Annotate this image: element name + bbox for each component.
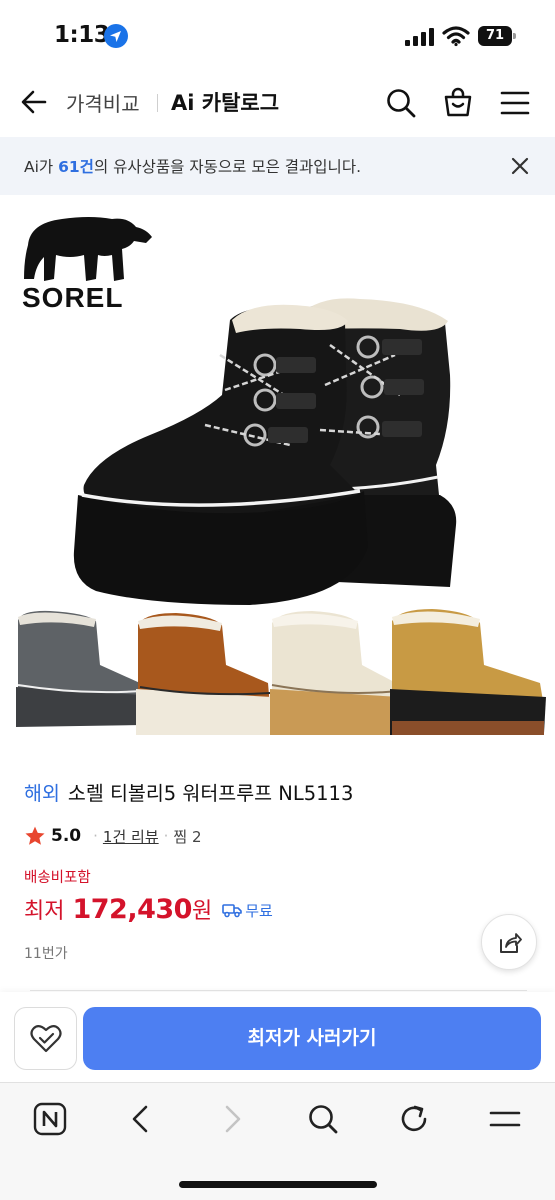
shopping-bag-icon[interactable] <box>442 86 474 118</box>
heart-check-icon <box>30 1025 62 1053</box>
hamburger-menu-icon[interactable] <box>500 89 530 117</box>
separator-dot: · <box>163 827 169 845</box>
browser-toolbar <box>0 1082 555 1200</box>
lowest-price-value: 172,430 <box>72 894 192 925</box>
page-title: Ai 카탈로그 <box>171 91 280 115</box>
notice-prefix: Ai가 <box>24 158 59 176</box>
app-header: 가격비교 Ai 카탈로그 <box>0 70 555 136</box>
section-divider <box>30 990 527 991</box>
notice-text: Ai가 61건의 유사상품을 자동으로 모은 결과입니다. <box>24 155 361 177</box>
share-icon <box>500 933 522 953</box>
free-shipping-label: 무료 <box>245 901 273 920</box>
battery-level: 71 <box>485 28 505 43</box>
product-title: 소렐 티볼리5 워터프루프 NL5113 <box>67 782 354 805</box>
notice-suffix: 의 유사상품을 자동으로 모은 결과입니다. <box>93 158 362 176</box>
menu-icon[interactable] <box>487 1101 523 1137</box>
overseas-tag: 해외 <box>24 782 60 805</box>
notice-count: 61건 <box>58 158 94 176</box>
shipping-included-note: 배송비포함 <box>24 870 91 886</box>
wifi-icon <box>442 26 470 47</box>
price-row: 최저 172,430 원 무료 <box>24 893 273 933</box>
free-shipping: 무료 <box>222 900 273 921</box>
rating-row: 5.0 · 1건 리뷰 · 찜 2 <box>24 824 202 848</box>
wishlist-button[interactable] <box>14 1007 77 1070</box>
home-indicator <box>179 1181 377 1188</box>
forward-icon <box>225 1105 241 1133</box>
bottom-action-bar: 최저가 사러가기 <box>0 992 555 1082</box>
share-button[interactable] <box>481 914 537 970</box>
review-link[interactable]: 1건 리뷰 <box>103 826 159 847</box>
breadcrumb-divider <box>157 94 158 112</box>
breadcrumb-price-compare[interactable]: 가격비교 <box>66 88 140 117</box>
brand-logo-text: SOREL <box>22 282 123 313</box>
search-icon[interactable] <box>305 1101 341 1137</box>
buy-lowest-price-button[interactable]: 최저가 사러가기 <box>83 1007 541 1070</box>
status-time: 1:13 <box>54 22 110 48</box>
wishlist-count: 찜 2 <box>173 827 202 846</box>
rating-score: 5.0 <box>51 826 82 846</box>
location-arrow-icon <box>104 24 128 48</box>
naver-home-icon[interactable] <box>32 1101 68 1137</box>
battery-icon: 71 <box>478 26 516 46</box>
separator-dot: · <box>93 827 98 845</box>
product-title-row: 해외 소렐 티볼리5 워터프루프 NL5113 <box>24 777 353 806</box>
price-unit: 원 <box>191 899 213 924</box>
close-icon[interactable] <box>508 154 532 178</box>
truck-icon <box>222 904 243 918</box>
refresh-icon[interactable] <box>396 1101 432 1137</box>
seller-name[interactable]: 11번가 <box>24 943 68 963</box>
product-image[interactable]: SOREL <box>0 195 555 750</box>
search-icon[interactable] <box>385 87 417 119</box>
back-icon[interactable] <box>123 1101 159 1137</box>
ai-notice-banner: Ai가 61건의 유사상품을 자동으로 모은 결과입니다. <box>0 137 555 195</box>
lowest-price-label: 최저 <box>24 899 65 924</box>
arrow-left-icon[interactable] <box>20 88 48 116</box>
signal-icon <box>405 28 434 46</box>
status-bar: 1:13 71 <box>0 0 555 70</box>
star-icon <box>25 826 45 845</box>
